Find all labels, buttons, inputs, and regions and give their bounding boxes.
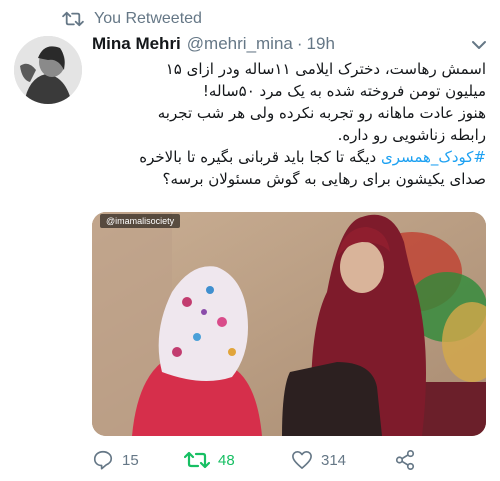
reply-count: 15 — [122, 451, 139, 469]
tweet-line: اسمش رهاست، دخترک ایلامی ۱۱ساله ودر ازای… — [165, 60, 486, 78]
author-handle[interactable]: @mehri_mina — [187, 34, 293, 54]
heart-icon — [292, 451, 312, 469]
tweet-line: میلیون تومن فروخته شده به یک مرد ۵۰ساله! — [202, 82, 486, 100]
like-count: 314 — [321, 451, 347, 469]
share-icon — [395, 450, 415, 470]
tweet-line: رابطه زناشویی رو داره. — [337, 126, 486, 144]
retweet-indicator: You Retweeted — [62, 8, 202, 30]
tweet-line-hashtag: #کودک_همسری دیگه تا کجا باید قربانی بگیر… — [92, 146, 486, 168]
tweet-actions: 15 48 314 — [92, 447, 486, 473]
photo-illustration — [92, 212, 486, 436]
tweet-header: Mina Mehri @mehri_mina · 19h — [92, 34, 335, 54]
retweet-icon — [184, 451, 210, 469]
photo-watermark: @imamalisociety — [100, 214, 181, 228]
author-name[interactable]: Mina Mehri — [92, 34, 181, 54]
retweet-label: You Retweeted — [94, 10, 202, 27]
share-button[interactable] — [394, 449, 424, 471]
header-separator: · — [296, 34, 303, 53]
hashtag-link[interactable]: #کودک_همسری — [381, 148, 486, 166]
tweet-text: اسمش رهاست، دخترک ایلامی ۱۱ساله ودر ازای… — [92, 58, 486, 190]
retweet-count: 48 — [218, 451, 235, 469]
reply-button[interactable]: 15 — [92, 449, 184, 471]
reply-icon — [93, 450, 113, 470]
tweet-line: صدای یکیشون برای رهایی به گوش مسئولان بر… — [162, 170, 487, 188]
tweet-line: هنوز عادت ماهانه رو تجربه نکرده ولی هر ش… — [157, 104, 486, 122]
avatar[interactable] — [14, 36, 82, 104]
avatar-image — [14, 36, 82, 104]
tweet-media-photo[interactable]: @imamalisociety — [92, 212, 486, 436]
chevron-down-icon[interactable] — [470, 38, 488, 52]
tweet-line-rest: دیگه تا کجا باید قربانی بگیره تا بالاخره — [139, 148, 381, 166]
retweet-icon — [62, 11, 84, 27]
watermark-text: @imamalisociety — [106, 216, 175, 226]
retweet-button[interactable]: 48 — [184, 450, 291, 470]
like-button[interactable]: 314 — [291, 450, 394, 470]
tweet-timestamp[interactable]: 19h — [307, 34, 335, 54]
